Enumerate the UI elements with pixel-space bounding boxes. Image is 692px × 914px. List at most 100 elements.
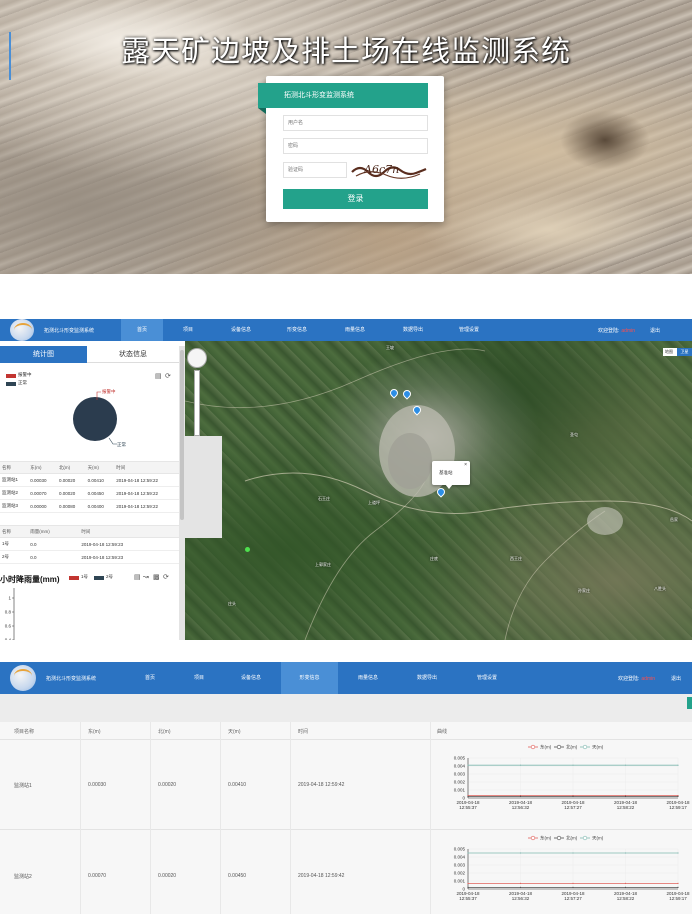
legend-swatch-alarm [6,374,16,378]
data-point [677,882,679,884]
map-place-label: 岳家 [670,517,678,522]
table-cell: 2号 [0,550,29,564]
username-label: admin [641,676,656,682]
column-divider [150,722,151,914]
legend-marker [556,835,562,841]
map-place-label: 石王庄 [318,496,330,501]
map-unloaded-tile [185,436,222,538]
tab-status-info[interactable]: 状态信息 [87,346,179,363]
data-point [572,795,574,797]
table-cell: 0.00020 [56,473,86,487]
x-tick-label: 12:57:27 [564,896,582,901]
table-cell: 监测站3 [0,499,29,513]
map-place-label: 庄头 [228,601,236,606]
rain-refresh-icon[interactable]: ⟳ [163,574,169,582]
legend-label: 天(m) [592,745,604,751]
bar-chart-icon[interactable]: ▩ [153,574,160,582]
rain-legend-label-1: 1号 [81,574,89,579]
logout-link[interactable]: 退出 [671,675,681,682]
data-point [519,795,522,797]
map-place-label: 上道坪 [368,500,380,505]
popup-close-icon[interactable]: × [464,462,467,468]
y-tick-label: 0.8 [5,610,12,615]
x-tick-label: 12:58:22 [617,896,635,901]
col-rain-name: 名称 [0,525,29,538]
deform-summary-table: 名称 东(m) 北(m) 天(m) 时间 监测站1 0.00030 0.00020 0… [0,461,179,513]
welcome-label: 欢迎登陆: [598,328,620,334]
map-place-label: 圣屯 [570,432,578,437]
nav-item-device[interactable]: 设备信息 [232,662,270,694]
nav-item-settings[interactable]: 管理设置 [468,662,506,694]
logout-link[interactable]: 退出 [650,327,660,334]
data-point [677,764,679,766]
rain-save-icon[interactable]: ▤ [134,574,141,582]
rain-gauge-marker-icon[interactable] [245,547,250,552]
table-cell: 0.00450 [85,486,115,500]
col-time: 时间 [298,729,309,735]
table-cell: 监测站1 [0,473,29,487]
x-tick-label: 12:57:27 [564,805,582,810]
y-tick-label: 0.004 [454,764,466,769]
pie-label-alarm: 报警中 [102,389,116,394]
captcha-image[interactable]: A6c7n [350,160,428,180]
save-image-icon[interactable]: ▤ [155,373,162,381]
table-cell: 2019-04-18 12:59:22 [114,499,179,513]
map-zoom-slider[interactable] [194,370,200,436]
line-chart-icon[interactable]: ↝ [143,574,149,582]
password-input[interactable] [283,138,428,154]
map-place-label: 西王庄 [510,556,522,561]
nav-item-device[interactable]: 设备信息 [222,319,260,341]
legend-marker [582,835,588,841]
col-east: 东(m) [88,729,101,735]
rain-summary-table: 名称 雨量(mm) 时间 1号 0.0 2019-04-18 12:59:23 2号 0… [0,525,179,564]
map-pan-icon[interactable] [187,348,207,368]
nav-item-deformation[interactable]: 形变信息 [281,662,338,694]
nav-item-settings[interactable]: 管理设置 [450,319,488,341]
table-cell: 0.00410 [85,473,115,487]
legend-marker [530,835,536,841]
map-zoom-control[interactable] [187,348,209,438]
nav-item-export[interactable]: 数据导出 [394,319,432,341]
y-tick-label: 0.001 [454,879,466,884]
row2-east: 0.00070 [88,873,107,879]
login-button[interactable]: 登录 [283,189,428,209]
table-cell: 0.00030 [28,473,57,487]
data-point [572,886,574,888]
row1-north: 0.00020 [158,782,177,788]
nav-item-rainfall[interactable]: 雨量信息 [336,319,374,341]
nav-item-project[interactable]: 项目 [181,662,217,694]
data-point [467,886,469,888]
logo-icon [10,319,34,341]
column-divider [290,722,291,914]
x-tick-label: 12:56:32 [512,805,530,810]
refresh-icon[interactable]: ⟳ [165,373,171,381]
data-point [624,886,627,888]
tab-statistics[interactable]: 统计图 [0,346,87,363]
y-tick-label: 0.005 [454,847,466,852]
col-rain-time: 时间 [79,525,179,538]
table-header-divider [0,739,692,740]
map-place-label: 庄底 [430,556,438,561]
row1-east: 0.00030 [88,782,107,788]
username-input[interactable] [283,115,428,131]
top-navbar-deform: 拓测北斗形变监测系统 首页 项目 设备信息 形变信息 雨量信息 数据导出 管理设… [0,662,692,694]
nav-item-home[interactable]: 首页 [129,662,171,694]
y-tick-label: 0.005 [454,756,466,761]
nav-item-rainfall[interactable]: 雨量信息 [349,662,387,694]
nav-item-deformation[interactable]: 形变信息 [278,319,316,341]
col-east: 东(m) [28,461,57,474]
captcha-input[interactable] [283,162,347,178]
map-type-satellite[interactable]: 卫星 [677,348,692,356]
logo-icon [10,665,36,691]
nav-item-export[interactable]: 数据导出 [408,662,446,694]
table-cell: 0.00400 [85,499,115,513]
nav-item-home[interactable]: 首页 [121,319,163,341]
nav-item-project[interactable]: 项目 [170,319,206,341]
table-cell: 2019-04-18 12:59:23 [79,537,179,551]
top-navbar: 拓测北斗形变监测系统 首页 项目 设备信息 形变信息 雨量信息 数据导出 管理设… [0,319,692,341]
panel-scrollbar-thumb[interactable] [180,350,184,520]
data-point [467,882,469,884]
x-tick-label: 12:59:17 [669,896,687,901]
legend-label: 天(m) [592,836,604,842]
rain-legend-swatch-1 [69,576,79,580]
